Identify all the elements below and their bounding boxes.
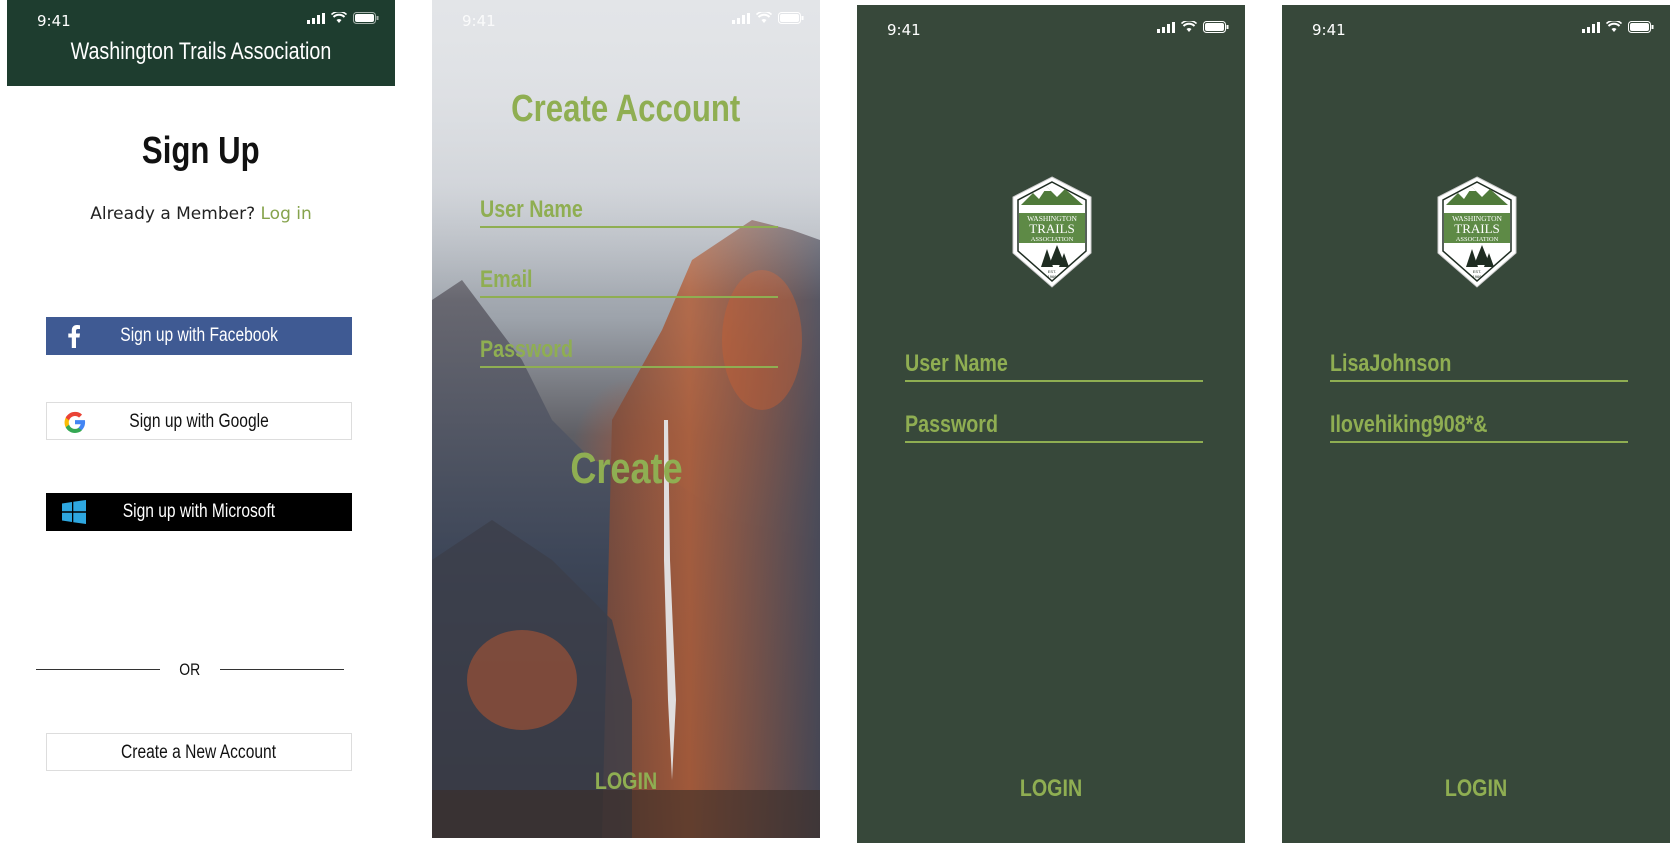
facebook-signup-button[interactable]: Sign up with Facebook (46, 317, 352, 355)
logo-text-line3: ASSOCIATION (1031, 236, 1074, 243)
login-button[interactable]: LOGIN (1282, 775, 1670, 803)
battery-icon (1203, 21, 1229, 33)
wifi-icon (1181, 21, 1197, 32)
username-field[interactable]: User Name (905, 340, 1203, 382)
facebook-button-label: Sign up with Facebook (120, 325, 278, 346)
status-time: 9:41 (887, 21, 921, 39)
page-title: Sign Up (142, 130, 260, 172)
login-filled-screen: 9:41 WASHINGTON TRAILS ASSOCIATION EST. … (1282, 5, 1670, 843)
email-field[interactable]: Email (480, 256, 778, 298)
app-title: Washington Trails Association (70, 38, 332, 65)
username-value: LisaJohnson (1330, 350, 1452, 377)
signal-icon (307, 12, 325, 24)
status-bar: 9:41 (1282, 5, 1670, 45)
signal-icon (1157, 21, 1175, 33)
password-field[interactable]: Ilovehiking908*& (1330, 401, 1628, 443)
password-label: Password (480, 336, 573, 363)
signal-icon (1582, 21, 1600, 33)
login-screen: 9:41 WASHINGTON TRAILS ASSOCIATION EST. … (857, 5, 1245, 843)
login-link[interactable]: LOGIN (432, 768, 820, 796)
microsoft-button-label: Sign up with Microsoft (122, 501, 276, 522)
logo-text-line2: TRAILS (1029, 221, 1075, 236)
password-field[interactable]: Password (480, 326, 778, 368)
create-button[interactable]: Create (432, 444, 820, 494)
logo-year: 1966 (1048, 274, 1058, 279)
page-title: Create Account (511, 88, 741, 130)
create-account-screen: 9:41 Create Account User Name Email Pass… (432, 0, 820, 838)
wifi-icon (331, 12, 347, 23)
status-time: 9:41 (462, 12, 496, 30)
password-field[interactable]: Password (905, 401, 1203, 443)
logo-text-line2: TRAILS (1454, 221, 1500, 236)
login-button[interactable]: LOGIN (857, 775, 1245, 803)
status-bar: 9:41 (857, 5, 1245, 45)
username-field[interactable]: LisaJohnson (1330, 340, 1628, 382)
battery-icon (353, 12, 379, 24)
username-field[interactable]: User Name (480, 186, 778, 228)
battery-icon (1628, 21, 1654, 33)
status-bar: 9:41 (7, 0, 395, 40)
or-divider: OR (36, 658, 344, 682)
wifi-icon (1606, 21, 1622, 32)
password-value: Ilovehiking908*& (1330, 411, 1488, 438)
create-account-label: Create a New Account (121, 742, 277, 763)
email-label: Email (480, 266, 533, 293)
logo-text-line3: ASSOCIATION (1456, 236, 1499, 243)
google-signup-button[interactable]: Sign up with Google (46, 402, 352, 440)
divider-line-right (220, 669, 344, 670)
wifi-icon (756, 12, 772, 23)
battery-icon (778, 12, 804, 24)
or-text: OR (179, 660, 201, 679)
signup-screen: 9:41 Washington Trails Association Sign … (7, 0, 395, 852)
app-header: 9:41 Washington Trails Association (7, 0, 395, 86)
create-new-account-button[interactable]: Create a New Account (46, 733, 352, 771)
wta-logo: WASHINGTON TRAILS ASSOCIATION EST. 1966 (1012, 176, 1092, 288)
password-label: Password (905, 411, 998, 438)
signal-icon (732, 12, 750, 24)
already-member-text: Already a Member? (90, 204, 256, 224)
status-bar: 9:41 (432, 0, 820, 40)
google-button-label: Sign up with Google (129, 411, 269, 432)
login-prompt: Already a Member? Log in (7, 204, 395, 224)
status-time: 9:41 (1312, 21, 1346, 39)
logo-year: 1966 (1473, 274, 1483, 279)
status-time: 9:41 (37, 12, 71, 30)
wta-logo: WASHINGTON TRAILS ASSOCIATION EST. 1966 (1437, 176, 1517, 288)
username-label: User Name (480, 196, 583, 223)
username-label: User Name (905, 350, 1008, 377)
microsoft-signup-button[interactable]: Sign up with Microsoft (46, 493, 352, 531)
login-link[interactable]: Log in (261, 204, 312, 224)
